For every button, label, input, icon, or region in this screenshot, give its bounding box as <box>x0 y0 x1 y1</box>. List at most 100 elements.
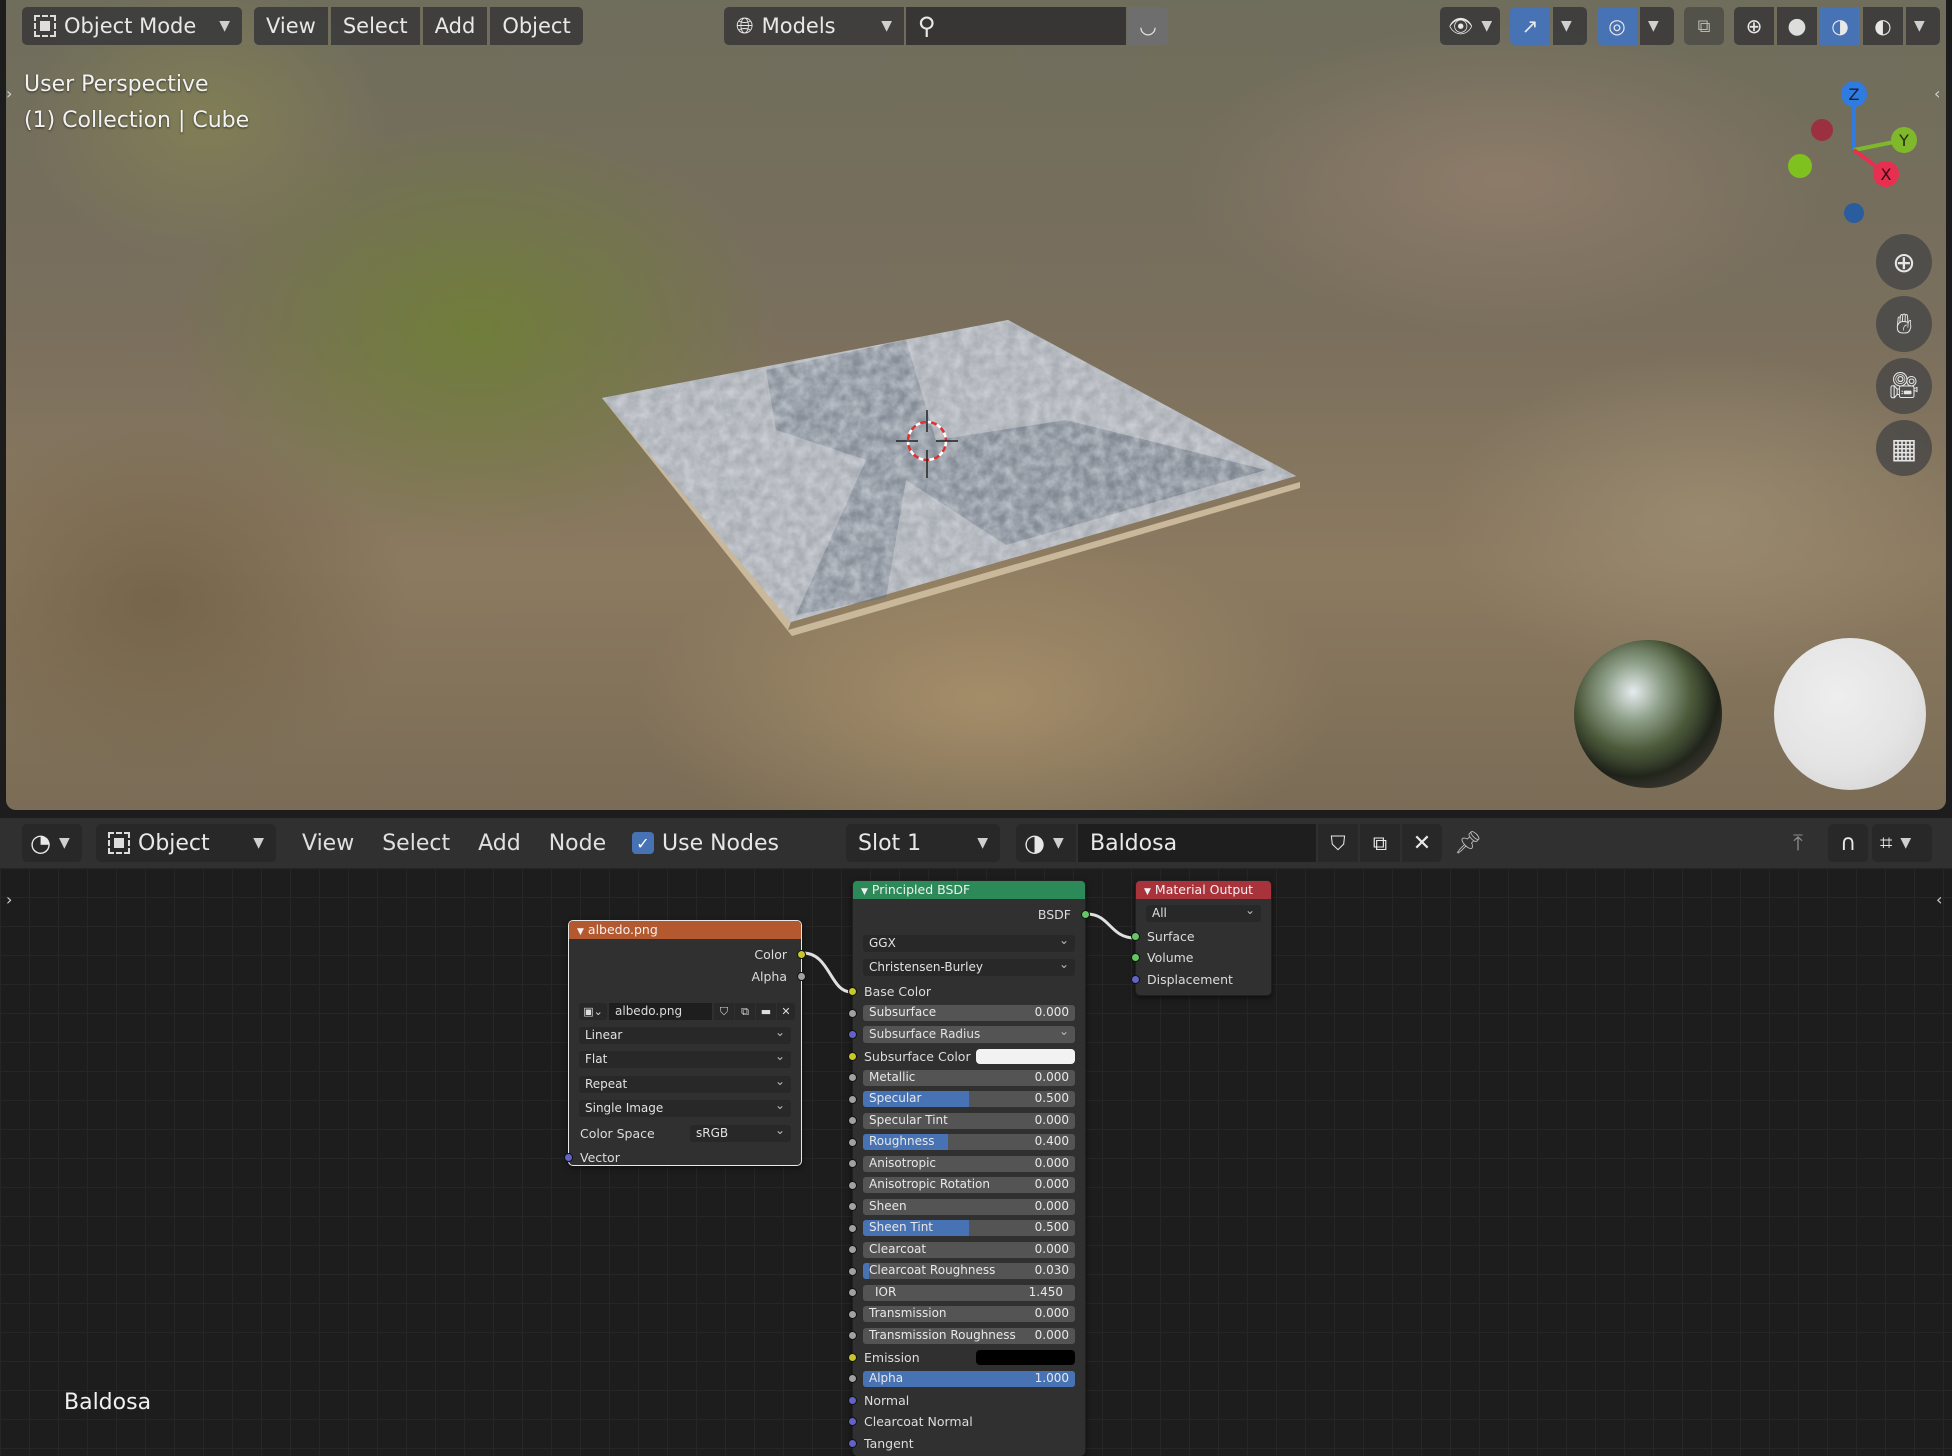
metallic-socket[interactable] <box>848 1073 857 1082</box>
specular-tint-slider[interactable]: Specular Tint 0.000 <box>863 1112 1075 1129</box>
menu-add[interactable]: Add <box>464 831 535 856</box>
ortho-toggle-button[interactable]: ▦ <box>1876 420 1932 476</box>
image-browse-button[interactable]: ▣⌄ <box>579 1003 607 1020</box>
clearcoat-roughness-slider[interactable]: Clearcoat Roughness 0.030 <box>863 1263 1075 1279</box>
node-canvas[interactable]: › ‹ ▼ albedo.png Color Alpha ▣⌄ albedo.p… <box>0 868 1952 1456</box>
extension-dropdown[interactable]: Repeat <box>579 1073 791 1093</box>
menu-add[interactable]: Add <box>422 7 488 45</box>
image-unlink-button[interactable]: ✕ <box>777 1003 795 1020</box>
material-output-node[interactable]: ▼ Material Output All Surface Volume Dis… <box>1131 880 1272 996</box>
image-name-field[interactable]: albedo.png <box>609 1003 712 1020</box>
image-open-button[interactable]: ▬ <box>756 1003 776 1020</box>
principled-bsdf-node[interactable]: ▼ Principled BSDF BSDF GGX Christensen-B… <box>848 880 1090 1456</box>
material-preview-shading-button[interactable]: ◑ <box>1820 7 1860 45</box>
anisotropic-socket[interactable] <box>848 1159 857 1168</box>
mode-selector[interactable]: Object Mode ▼ <box>22 7 242 45</box>
collapse-arrow-icon[interactable]: ▼ <box>1144 887 1151 897</box>
editor-type-selector[interactable]: ◔ ▼ <box>22 824 82 862</box>
metallic-slider[interactable]: Metallic 0.000 <box>863 1069 1075 1086</box>
menu-select[interactable]: Select <box>368 831 464 856</box>
vector-input-socket[interactable] <box>564 1153 573 1162</box>
shading-dropdown[interactable]: ▼ <box>1906 7 1940 45</box>
unlink-material-button[interactable]: ✕ <box>1402 824 1442 862</box>
output-node-header[interactable]: ▼ Material Output <box>1136 881 1271 899</box>
shader-node-editor[interactable]: ◔ ▼ Object ▼ View Select Add Node ✓ Use … <box>0 818 1952 1456</box>
alpha-socket[interactable] <box>848 1374 857 1383</box>
normal-socket[interactable] <box>848 1395 857 1405</box>
sidebar-expand-arrow-icon[interactable]: ‹ <box>1936 890 1942 909</box>
use-nodes-toggle[interactable]: ✓ Use Nodes <box>632 825 779 861</box>
hdri-preview-sphere[interactable] <box>1574 640 1722 788</box>
fake-user-button[interactable]: ⛉ <box>1318 824 1358 862</box>
clearcoat-socket[interactable] <box>848 1245 857 1254</box>
subsurface-radius-dropdown[interactable]: Subsurface Radius <box>863 1023 1075 1043</box>
sheen-tint-socket[interactable] <box>848 1223 857 1233</box>
material-slot-selector[interactable]: Slot 1 ▼ <box>846 824 1000 862</box>
ior-field[interactable]: IOR 1.450 <box>863 1284 1075 1301</box>
ior-socket[interactable] <box>848 1288 857 1297</box>
displacement-socket[interactable] <box>1131 975 1140 984</box>
menu-view[interactable]: View <box>254 7 328 45</box>
toolbar-expand-arrow-icon[interactable]: › <box>6 84 12 103</box>
snap-button[interactable]: ∩ <box>1828 824 1868 862</box>
image-texture-node[interactable]: ▼ albedo.png Color Alpha ▣⌄ albedo.png ⛉… <box>564 920 806 1166</box>
transform-orientation-selector[interactable]: 🌐︎ Models ▼ <box>724 7 904 45</box>
menu-object[interactable]: Object <box>490 7 583 45</box>
gizmo-z-axis[interactable]: Z <box>1841 81 1867 107</box>
anisotropic-rotation-socket[interactable] <box>848 1180 857 1190</box>
subsurface-method-dropdown[interactable]: Christensen-Burley <box>863 956 1075 976</box>
snap-toggle-button[interactable]: ◡ <box>1128 7 1168 45</box>
sheen-tint-slider[interactable]: Sheen Tint 0.500 <box>863 1220 1075 1236</box>
target-dropdown[interactable]: All <box>1146 902 1261 922</box>
sheen-slider[interactable]: Sheen 0.000 <box>863 1198 1075 1215</box>
tangent-socket[interactable] <box>848 1438 857 1448</box>
gizmo-y-axis[interactable]: Y <box>1891 127 1917 153</box>
interpolation-dropdown[interactable]: Linear <box>579 1024 791 1044</box>
clearcoat-normal-socket[interactable] <box>848 1417 857 1426</box>
sheen-socket[interactable] <box>848 1202 857 1211</box>
volume-socket[interactable] <box>1131 953 1140 962</box>
menu-select[interactable]: Select <box>330 7 420 45</box>
zoom-button[interactable]: ⊕ <box>1876 234 1932 290</box>
transmission-slider[interactable]: Transmission 0.000 <box>863 1306 1075 1322</box>
duplicate-material-button[interactable]: ⧉ <box>1360 824 1400 862</box>
subsurface-color-socket[interactable] <box>848 1051 857 1061</box>
base-color-socket[interactable] <box>848 987 857 996</box>
specular-tint-socket[interactable] <box>848 1116 857 1125</box>
xray-toggle-button[interactable]: ⧉ <box>1684 7 1724 45</box>
viewport-search-field[interactable]: ⚲ <box>906 7 1126 45</box>
clearcoat-roughness-socket[interactable] <box>848 1266 857 1276</box>
collapse-arrow-icon[interactable]: ▼ <box>861 887 868 897</box>
image-duplicate-button[interactable]: ⧉ <box>735 1003 755 1020</box>
specular-slider[interactable]: Specular 0.500 <box>863 1091 1075 1107</box>
transmission-socket[interactable] <box>848 1309 857 1319</box>
material-name-field[interactable]: Baldosa <box>1078 824 1316 862</box>
roughness-socket[interactable] <box>848 1137 857 1147</box>
distribution-dropdown[interactable]: GGX <box>863 932 1075 952</box>
emission-color-swatch[interactable] <box>976 1349 1075 1365</box>
color-space-dropdown[interactable]: sRGB <box>690 1122 791 1142</box>
toolbar-expand-arrow-icon[interactable]: › <box>6 890 12 909</box>
alpha-output-socket[interactable] <box>797 972 806 981</box>
menu-node[interactable]: Node <box>535 831 620 856</box>
image-node-header[interactable]: ▼ albedo.png <box>569 921 801 939</box>
pan-button[interactable]: ✋︎ <box>1876 296 1932 352</box>
shader-type-selector[interactable]: Object ▼ <box>96 824 276 862</box>
gizmo-toggle-button[interactable]: ↗ <box>1510 7 1550 45</box>
overlay-dropdown[interactable]: ▼ <box>1640 7 1674 45</box>
collapse-arrow-icon[interactable]: ▼ <box>577 927 584 937</box>
diffuse-preview-sphere[interactable] <box>1774 638 1926 790</box>
bsdf-output-socket[interactable] <box>1081 910 1090 919</box>
projection-dropdown[interactable]: Flat <box>579 1048 791 1068</box>
specular-socket[interactable] <box>848 1094 857 1104</box>
anisotropic-rotation-slider[interactable]: Anisotropic Rotation 0.000 <box>863 1177 1075 1193</box>
image-fake-user-button[interactable]: ⛉ <box>714 1003 734 1020</box>
subsurface-radius-socket[interactable] <box>848 1030 857 1039</box>
emission-socket[interactable] <box>848 1352 857 1362</box>
source-dropdown[interactable]: Single Image <box>579 1097 791 1117</box>
pin-button[interactable]: 📌︎ <box>1448 824 1488 862</box>
subsurface-slider[interactable]: Subsurface 0.000 <box>863 1005 1075 1021</box>
parent-node-tree-button[interactable]: ⤒ <box>1778 824 1818 862</box>
transmission-roughness-socket[interactable] <box>848 1331 857 1340</box>
gizmo-dropdown[interactable]: ▼ <box>1553 7 1587 45</box>
